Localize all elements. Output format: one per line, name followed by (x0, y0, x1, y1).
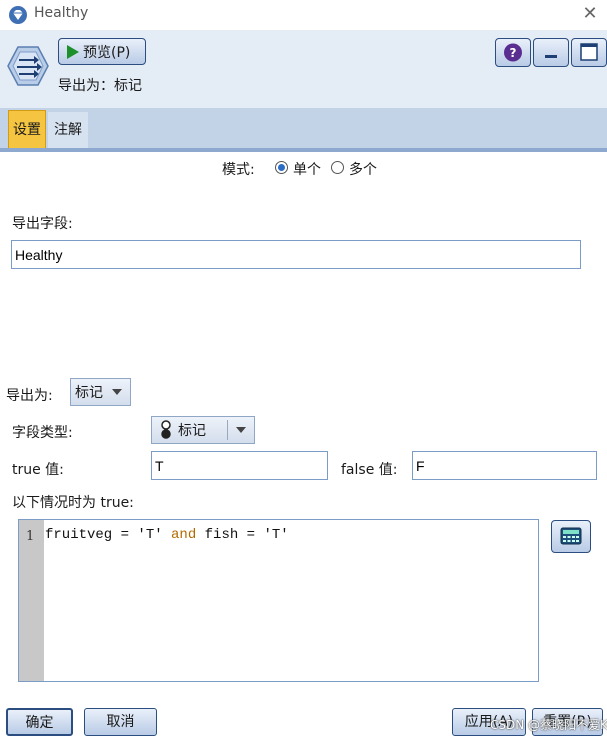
mode-single-label[interactable]: 单个 (293, 159, 321, 179)
true-value-input[interactable] (151, 451, 328, 480)
mode-multiple-radio[interactable] (331, 161, 344, 174)
tab-annotations[interactable]: 注解 (48, 112, 88, 148)
gem-icon (8, 5, 28, 25)
mode-single-radio[interactable] (275, 161, 288, 174)
watermark: CSDN @蔡晓阳不爱Kyo (490, 718, 607, 732)
preview-button[interactable]: 预览(P) (58, 38, 146, 65)
window-title: Healthy (34, 5, 89, 21)
title-bar (0, 0, 607, 30)
condition-editor[interactable] (18, 519, 539, 682)
line-number: 1 (26, 529, 35, 544)
line-number-gutter (19, 520, 44, 681)
minimize-button[interactable] (533, 38, 569, 67)
field-type-value: 标记 (178, 423, 206, 439)
derive-as-value: 标记 (75, 385, 103, 401)
derive-as-label: 导出为: (6, 388, 53, 404)
field-type-dropdown[interactable]: 标记 (151, 416, 255, 444)
maximize-button[interactable] (571, 38, 607, 67)
mode-label: 模式: (222, 162, 255, 178)
maximize-icon (580, 43, 598, 61)
export-as-summary: 导出为：标记 (58, 78, 142, 94)
flag-type-icon (161, 420, 171, 439)
tab-divider (0, 148, 607, 152)
code-segment: fruitveg = 'T' (45, 527, 172, 543)
tab-strip (0, 108, 607, 148)
code-keyword: and (171, 527, 197, 543)
chevron-down-icon (112, 389, 122, 395)
help-button[interactable]: ? (495, 38, 531, 67)
svg-text:?: ? (510, 46, 517, 60)
true-value-label: true 值: (12, 462, 64, 478)
mode-multiple-label[interactable]: 多个 (349, 159, 377, 179)
preview-label: 预览(P) (83, 44, 131, 61)
calculator-icon (560, 527, 582, 545)
help-icon: ? (504, 43, 522, 62)
expression-builder-button[interactable] (551, 520, 591, 553)
cancel-button[interactable]: 取消 (84, 708, 157, 736)
false-value-label: false 值: (341, 462, 398, 478)
condition-code[interactable]: fruitveg = 'T' and fish = 'T' (45, 527, 289, 543)
dropdown-separator (227, 420, 228, 440)
derive-field-input[interactable] (11, 240, 581, 269)
tab-settings[interactable]: 设置 (8, 110, 46, 148)
derive-node-icon (6, 44, 50, 88)
minimize-icon (545, 55, 557, 58)
play-icon (67, 44, 79, 59)
derive-field-label: 导出字段: (12, 216, 73, 232)
ok-button[interactable]: 确定 (6, 708, 73, 736)
close-icon[interactable]: ✕ (578, 3, 602, 27)
false-value-input[interactable] (412, 451, 597, 480)
condition-label: 以下情况时为 true: (12, 495, 134, 511)
derive-as-dropdown[interactable]: 标记 (70, 378, 131, 406)
chevron-down-icon (236, 427, 246, 433)
field-type-label: 字段类型: (12, 425, 73, 441)
code-segment: fish = 'T' (196, 527, 289, 543)
